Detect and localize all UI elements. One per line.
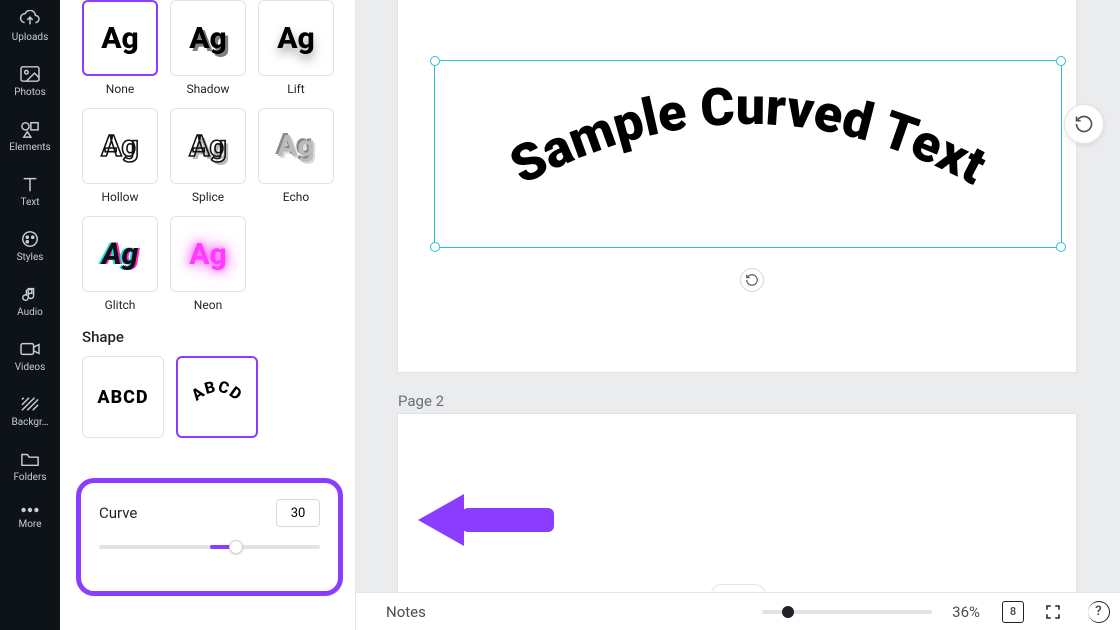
effect-lift-label: Lift <box>287 82 304 96</box>
effect-echo-label: Echo <box>283 190 309 204</box>
curve-slider[interactable] <box>99 545 320 549</box>
shape-section-title: Shape <box>82 328 337 346</box>
effect-glitch-label: Glitch <box>105 298 136 312</box>
left-tool-rail: Uploads Photos Elements Text Styles Audi… <box>0 0 60 630</box>
rail-label-videos: Videos <box>15 362 46 373</box>
effects-panel: Ag None Ag Shadow Ag Lift Ag Hollow Ag S… <box>60 0 356 630</box>
effect-splice[interactable]: Ag Splice <box>170 108 246 204</box>
annotation-arrow-icon <box>418 488 558 556</box>
bottom-bar: Notes 36% 8 ? <box>356 592 1120 630</box>
notes-button[interactable]: Notes <box>386 603 426 621</box>
page-2-label: Page 2 <box>398 392 444 410</box>
effect-neon-label: Neon <box>194 298 222 312</box>
effect-hollow-label: Hollow <box>101 190 138 204</box>
effect-shadow[interactable]: Ag Shadow <box>170 0 246 96</box>
rail-label-more: More <box>18 519 41 530</box>
effect-splice-label: Splice <box>192 190 224 204</box>
rail-item-styles[interactable]: Styles <box>0 220 60 275</box>
effect-glitch-thumb: Ag <box>82 216 158 292</box>
rail-label-audio: Audio <box>17 307 43 318</box>
resize-handle-br[interactable] <box>1056 242 1066 252</box>
resize-handle-tr[interactable] <box>1056 56 1066 66</box>
effect-none-thumb: Ag <box>82 0 158 76</box>
canvas-area[interactable]: Sample Curved Text Page 2 No <box>356 0 1120 630</box>
selection-outline <box>434 60 1062 248</box>
undo-button[interactable] <box>1064 104 1104 144</box>
rail-item-background[interactable]: Backgr… <box>0 385 60 440</box>
effect-hollow[interactable]: Ag Hollow <box>82 108 158 204</box>
rail-label-elements: Elements <box>9 142 50 153</box>
rail-item-videos[interactable]: Videos <box>0 330 60 385</box>
rail-label-background: Backgr… <box>12 417 49 428</box>
effect-neon-thumb: Ag <box>170 216 246 292</box>
rotate-handle[interactable] <box>740 268 764 292</box>
effect-splice-thumb: Ag <box>170 108 246 184</box>
rail-item-audio[interactable]: Audio <box>0 275 60 330</box>
effect-none-label: None <box>106 82 134 96</box>
effect-glitch[interactable]: Ag Glitch <box>82 216 158 312</box>
curve-control-box: Curve 30 <box>76 478 343 596</box>
shape-option-curve[interactable]: ABCD <box>176 356 258 438</box>
rail-item-uploads[interactable]: Uploads <box>0 0 60 55</box>
effect-none[interactable]: Ag None <box>82 0 158 96</box>
resize-handle-tl[interactable] <box>430 56 440 66</box>
rail-item-photos[interactable]: Photos <box>0 55 60 110</box>
rail-label-styles: Styles <box>17 252 44 263</box>
effect-shadow-thumb: Ag <box>170 0 246 76</box>
rail-label-folders: Folders <box>13 472 46 483</box>
rail-item-more[interactable]: More <box>0 495 60 542</box>
fullscreen-button[interactable] <box>1038 599 1068 625</box>
effect-echo[interactable]: Ag Echo <box>258 108 334 204</box>
effect-lift-thumb: Ag <box>258 0 334 76</box>
rail-label-uploads: Uploads <box>12 32 48 43</box>
shape-option-none[interactable]: ABCD <box>82 356 164 438</box>
effect-lift[interactable]: Ag Lift <box>258 0 334 96</box>
svg-text:ABCD: ABCD <box>188 377 247 404</box>
zoom-slider[interactable] <box>762 610 932 614</box>
effect-echo-thumb: Ag <box>258 108 334 184</box>
rail-item-text[interactable]: Text <box>0 165 60 220</box>
rail-label-photos: Photos <box>14 87 46 98</box>
rail-label-text: Text <box>20 197 39 208</box>
rail-item-elements[interactable]: Elements <box>0 110 60 165</box>
effect-neon[interactable]: Ag Neon <box>170 216 246 312</box>
effect-shadow-label: Shadow <box>187 82 230 96</box>
zoom-value[interactable]: 36% <box>952 603 980 621</box>
help-button[interactable]: ? <box>1078 599 1108 625</box>
resize-handle-bl[interactable] <box>430 242 440 252</box>
curve-label: Curve <box>99 504 137 522</box>
effect-hollow-thumb: Ag <box>82 108 158 184</box>
rail-item-folders[interactable]: Folders <box>0 440 60 495</box>
page-grid-button[interactable]: 8 <box>998 599 1028 625</box>
curve-value-input[interactable]: 30 <box>276 499 320 527</box>
